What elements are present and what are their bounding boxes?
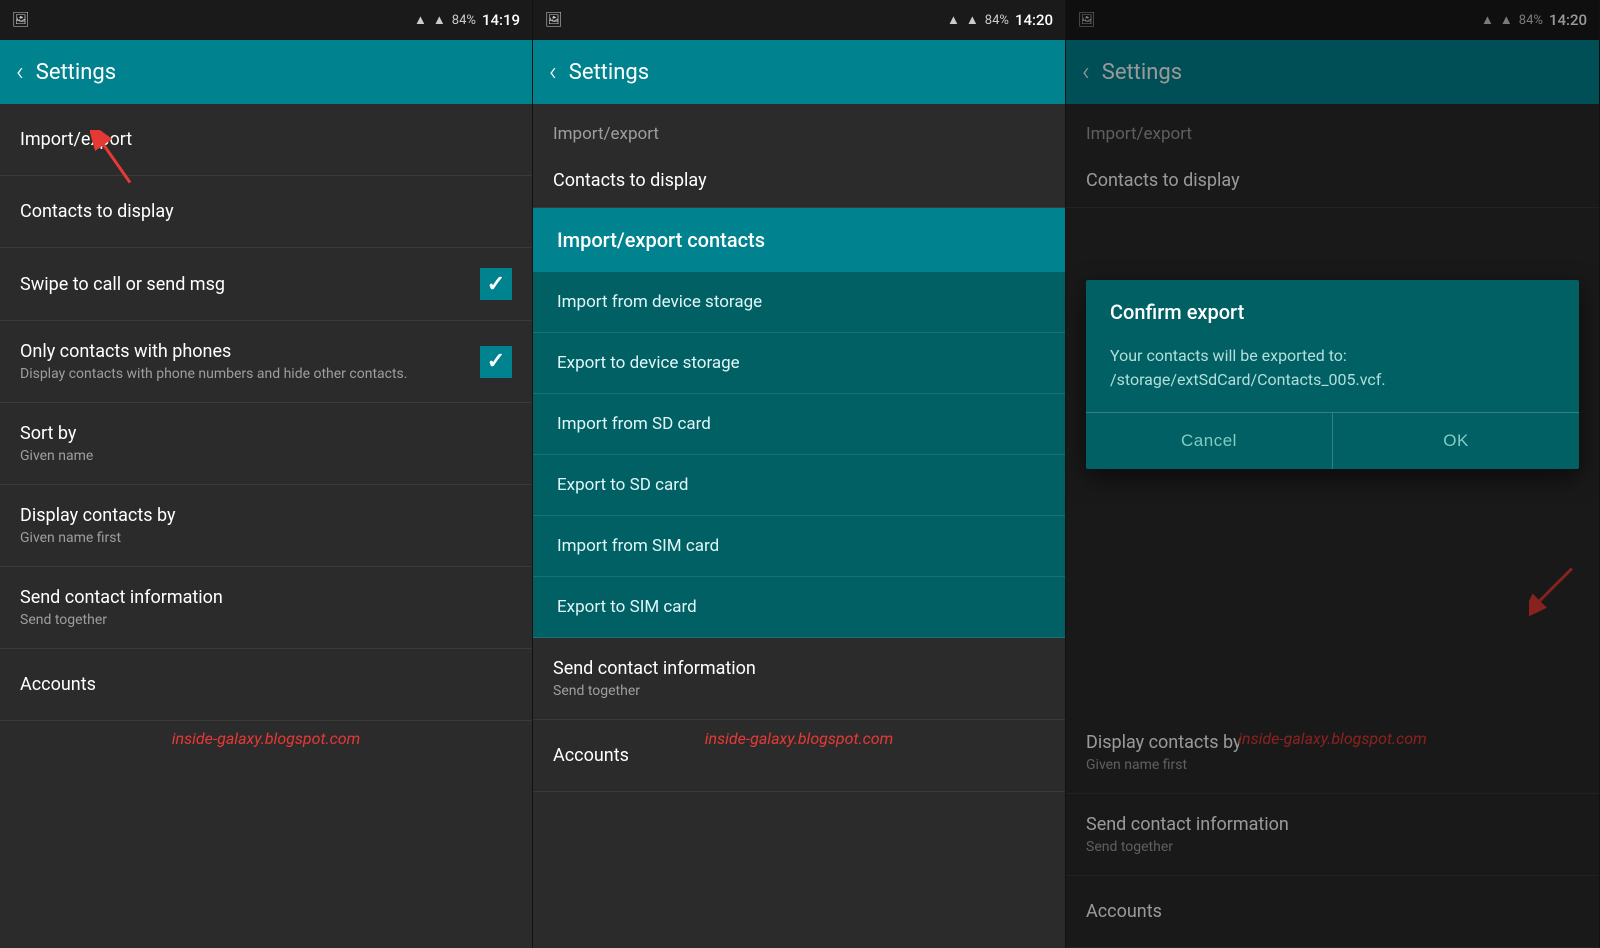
item-subtitle-send-1: Send together: [20, 612, 223, 628]
status-left-2: 🖼: [545, 12, 563, 28]
import-export-dialog: Import/export contacts Import from devic…: [533, 208, 1065, 638]
ok-button[interactable]: OK: [1333, 413, 1579, 469]
battery-label-1: 84%: [452, 13, 476, 28]
status-right-1: ▲ ▲ 84% 14:19: [414, 11, 520, 29]
toolbar-title-2: Settings: [569, 60, 649, 85]
status-right-2: ▲ ▲ 84% 14:20: [947, 11, 1053, 29]
confirm-export-dialog: Confirm export Your contacts will be exp…: [1086, 280, 1579, 469]
dialog-item-import-sim[interactable]: Import from SIM card: [533, 516, 1065, 577]
settings-item-send-contact-1[interactable]: Send contact information Send together: [0, 567, 532, 649]
camera-icon: 🖼: [12, 12, 30, 28]
dialog-item-export-sim[interactable]: Export to SIM card: [533, 577, 1065, 638]
item-title-display-1: Display contacts by: [20, 505, 176, 526]
wifi-icon-2: ▲: [947, 12, 960, 28]
bg-accounts-title-2: Accounts: [553, 745, 629, 766]
signal-icon: ▲: [433, 12, 446, 28]
wifi-icon: ▲: [414, 12, 427, 28]
item-subtitle-sort-1: Given name: [20, 448, 93, 464]
status-bar-2: 🖼 ▲ ▲ 84% 14:20: [533, 0, 1065, 40]
item-title-import-export-1: Import/export: [20, 129, 132, 150]
toolbar-2: ‹ Settings: [533, 40, 1065, 104]
panel-1: 🖼 ▲ ▲ 84% 14:19 ‹ Settings Import/export…: [0, 0, 533, 948]
check-icon-swipe-1: ✓: [487, 272, 505, 297]
back-arrow-2: ‹: [549, 57, 557, 87]
item-title-contacts-1: Contacts to display: [20, 201, 174, 222]
toolbar-title-1: Settings: [36, 60, 116, 85]
item-title-sort-1: Sort by: [20, 423, 93, 444]
bg-item-contacts-2: Contacts to display: [533, 154, 1065, 208]
item-title-phones-1: Only contacts with phones: [20, 341, 407, 362]
toolbar-1: ‹ Settings: [0, 40, 532, 104]
dialog-overlay-3: [1066, 0, 1599, 948]
time-2: 14:20: [1015, 11, 1053, 29]
cancel-button[interactable]: Cancel: [1086, 413, 1333, 469]
camera-icon-2: 🖼: [545, 12, 563, 28]
bg-send-sub-2: Send together: [553, 683, 756, 699]
panel-2: 🖼 ▲ ▲ 84% 14:20 ‹ Settings Import/export…: [533, 0, 1066, 948]
back-button-2[interactable]: ‹: [549, 57, 557, 87]
settings-item-phones-only-1[interactable]: Only contacts with phones Display contac…: [0, 321, 532, 403]
battery-label-2: 84%: [985, 13, 1009, 28]
item-title-send-1: Send contact information: [20, 587, 223, 608]
settings-item-swipe-1[interactable]: Swipe to call or send msg ✓: [0, 248, 532, 321]
back-arrow-1: ‹: [16, 57, 24, 87]
confirm-buttons: Cancel OK: [1086, 412, 1579, 469]
check-icon-phones-1: ✓: [487, 349, 505, 374]
time-1: 14:19: [482, 11, 520, 29]
settings-list-1: Import/export Contacts to display Swipe …: [0, 104, 532, 948]
checkbox-swipe-1[interactable]: ✓: [480, 268, 512, 300]
settings-item-display-contacts-1[interactable]: Display contacts by Given name first: [0, 485, 532, 567]
panel2-bottom: Send contact information Send together A…: [533, 638, 1065, 948]
back-button-1[interactable]: ‹: [16, 57, 24, 87]
settings-item-accounts-1[interactable]: Accounts: [0, 649, 532, 721]
confirm-body: Your contacts will be exported to: /stor…: [1086, 334, 1579, 412]
item-title-swipe-1: Swipe to call or send msg: [20, 274, 225, 295]
settings-item-import-export-1[interactable]: Import/export: [0, 104, 532, 176]
bg-accounts-2: Accounts: [533, 720, 1065, 792]
status-left-1: 🖼: [12, 12, 30, 28]
settings-item-sort-1[interactable]: Sort by Given name: [0, 403, 532, 485]
dialog-header: Import/export contacts: [533, 208, 1065, 272]
confirm-title: Confirm export: [1086, 280, 1579, 334]
bg-send-contact-2: Send contact information Send together: [533, 638, 1065, 720]
signal-icon-2: ▲: [966, 12, 979, 28]
bg-send-title-2: Send contact information: [553, 658, 756, 679]
item-subtitle-phones-1: Display contacts with phone numbers and …: [20, 366, 407, 382]
item-title-accounts-1: Accounts: [20, 674, 96, 695]
panel-3: 🖼 ▲ ▲ 84% 14:20 ‹ Settings Import/export…: [1066, 0, 1600, 948]
dialog-item-import-sd[interactable]: Import from SD card: [533, 394, 1065, 455]
item-subtitle-display-1: Given name first: [20, 530, 176, 546]
status-bar-1: 🖼 ▲ ▲ 84% 14:19: [0, 0, 532, 40]
bg-section-2: Import/export: [533, 104, 1065, 154]
checkbox-phones-1[interactable]: ✓: [480, 346, 512, 378]
dialog-item-import-device[interactable]: Import from device storage: [533, 272, 1065, 333]
settings-item-contacts-display-1[interactable]: Contacts to display: [0, 176, 532, 248]
dialog-item-export-device[interactable]: Export to device storage: [533, 333, 1065, 394]
dialog-item-export-sd[interactable]: Export to SD card: [533, 455, 1065, 516]
bg-contacts-label-2: Contacts to display: [553, 170, 707, 191]
